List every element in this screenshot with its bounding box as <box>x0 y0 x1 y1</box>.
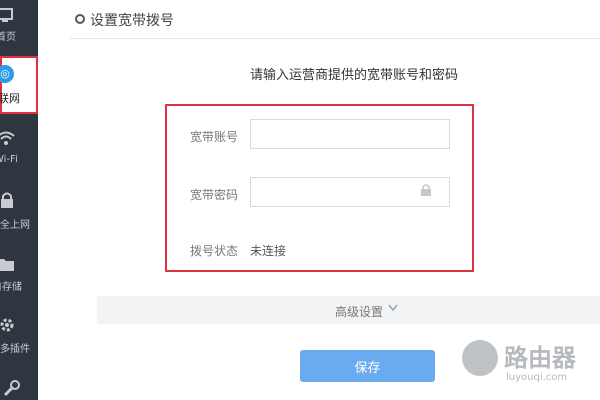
sidebar-item-security[interactable]: 安全上网 <box>0 186 38 244</box>
sidebar-item-storage[interactable]: 自存储 <box>0 248 38 306</box>
lock-icon <box>421 184 431 196</box>
monitor-icon <box>0 8 13 22</box>
sidebar-item-label: Wi-Fi <box>0 154 18 165</box>
sidebar-item-home[interactable]: 首页 <box>0 0 38 58</box>
watermark-brand: 路由器 <box>504 344 576 372</box>
gear-icon <box>75 14 85 24</box>
router-logo-icon <box>462 340 498 376</box>
account-input[interactable] <box>250 119 450 149</box>
page-header: 设置宽带拨号 <box>70 0 600 39</box>
advanced-settings-label: 高级设置 <box>335 305 384 319</box>
sidebar-item-label: 自存储 <box>0 282 22 293</box>
sidebar-item-label: 首页 <box>0 32 16 43</box>
wifi-icon <box>0 131 15 145</box>
sidebar-item-plugins[interactable]: 更多插件 <box>0 310 38 368</box>
account-label: 宽带账号 <box>190 130 239 144</box>
password-label: 宽带密码 <box>190 188 239 202</box>
dial-status-value: 未连接 <box>250 244 287 258</box>
advanced-settings-toggle[interactable]: 高级设置 <box>97 296 600 324</box>
sidebar-item-wifi[interactable]: Wi-Fi <box>0 124 38 182</box>
page-title: 设置宽带拨号 <box>90 13 174 29</box>
sidebar-item-label: 更多插件 <box>0 344 30 355</box>
sidebar-item-tools[interactable] <box>0 372 38 400</box>
lock-icon <box>1 192 13 208</box>
form-instruction: 请输入运营商提供的宽带账号和密码 <box>250 68 459 83</box>
save-button[interactable]: 保存 <box>300 350 435 382</box>
dial-status-label: 拨号状态 <box>190 244 239 258</box>
chevron-down-icon <box>388 304 398 312</box>
watermark-logo: 路由器 luyouqi.com <box>462 330 600 390</box>
watermark-url: luyouqi.com <box>506 372 568 383</box>
folder-icon <box>0 259 14 271</box>
sidebar: 首页 ◎ 联网 Wi-Fi 安全上网 自存储 更多插件 <box>0 0 38 400</box>
sidebar-item-label: 联网 <box>0 92 20 105</box>
wrench-icon <box>3 380 20 397</box>
sidebar-item-label: 安全上网 <box>0 220 30 231</box>
gear-icon <box>0 318 14 332</box>
globe-icon: ◎ <box>0 65 14 83</box>
sidebar-item-network[interactable]: ◎ 联网 <box>0 56 38 114</box>
